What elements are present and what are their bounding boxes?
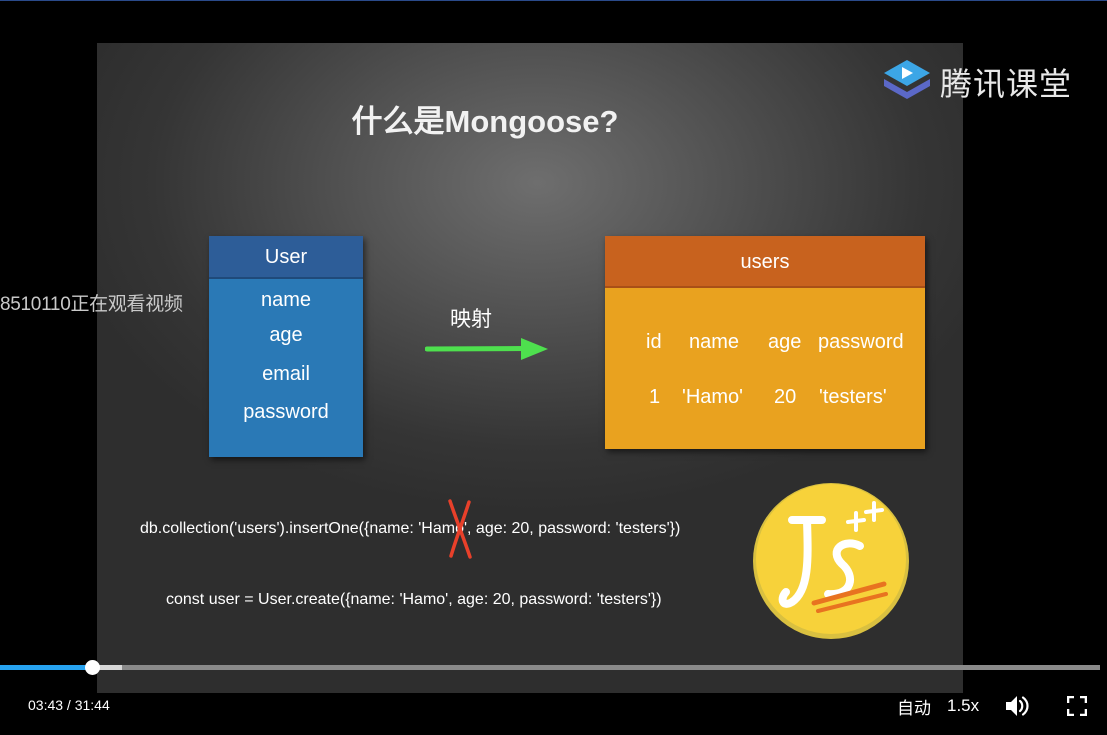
brand-name: 腾讯课堂: [940, 65, 1073, 103]
column-header-password: password: [818, 331, 904, 353]
slide-title: 什么是Mongoose?: [351, 104, 619, 139]
code-insert-one: db.collection('users').insertOne({name: …: [140, 520, 681, 537]
progress-played: [0, 665, 93, 670]
users-collection-box: users id name age password 1 'Hamo' 20 '…: [605, 236, 925, 449]
model-field-name: name: [260, 289, 312, 311]
column-header-id: id: [646, 331, 662, 353]
video-player[interactable]: 什么是Mongoose? User name age email passwor…: [0, 1, 1107, 735]
quality-button[interactable]: 自动: [897, 694, 931, 719]
model-field-age: age: [269, 324, 303, 346]
js-plus-plus-logo: [753, 483, 909, 639]
viewer-count-overlay: 8510110正在观看视频: [0, 294, 183, 315]
model-field-password: password: [243, 401, 329, 423]
row-value-age: 20: [774, 386, 797, 408]
column-header-age: age: [768, 331, 802, 353]
column-header-name: name: [689, 331, 740, 353]
mapping-label: 映射: [450, 307, 492, 331]
code-user-create: const user = User.create({name: 'Hamo', …: [166, 591, 662, 608]
user-model-box: User name age email password: [209, 236, 363, 457]
progress-bar[interactable]: [0, 660, 1100, 675]
users-collection-header: users: [605, 236, 925, 288]
speed-button[interactable]: 1.5x: [947, 696, 979, 716]
row-value-id: 1: [649, 386, 661, 408]
tencent-classroom-logo-icon: [884, 60, 930, 99]
row-value-password: 'testers': [819, 386, 887, 408]
time-display: 03:43 / 31:44: [28, 697, 110, 713]
red-cross-mark: [448, 499, 472, 559]
user-model-header: User: [209, 236, 363, 279]
fullscreen-icon[interactable]: [1067, 696, 1087, 716]
video-frame[interactable]: 什么是Mongoose? User name age email passwor…: [97, 43, 963, 693]
row-value-name: 'Hamo': [682, 386, 743, 408]
volume-icon[interactable]: [1004, 694, 1030, 718]
model-field-email: email: [262, 363, 310, 385]
mapping-arrow-icon: [425, 338, 548, 360]
tencent-classroom-watermark: 腾讯课堂: [880, 55, 1080, 105]
